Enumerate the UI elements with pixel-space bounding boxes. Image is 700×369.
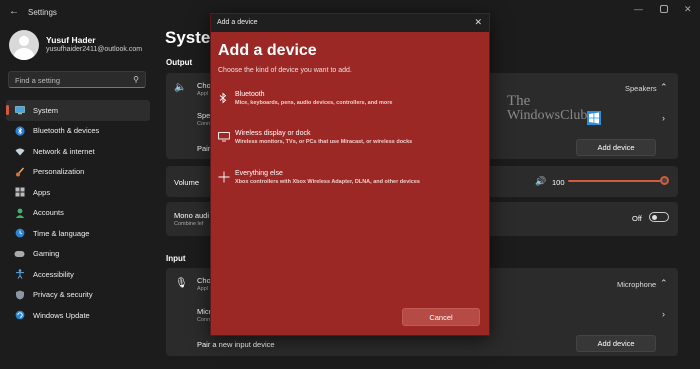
sidebar-item-network[interactable]: Network & internet	[6, 141, 150, 162]
sidebar-item-label: Apps	[33, 187, 51, 197]
wifi-icon	[14, 146, 25, 157]
sidebar-item-label: Network & internet	[33, 146, 95, 156]
user-name: Yusuf Hader	[46, 35, 96, 45]
minimize-icon[interactable]: —	[634, 4, 643, 14]
input-device-value[interactable]: Microphone	[617, 280, 656, 289]
option-title: Wireless display or dock	[235, 130, 311, 137]
output-choose-label: Cho	[197, 81, 211, 90]
sidebar-item-accessibility[interactable]: Accessibility	[6, 264, 150, 285]
add-device-dialog: Add a device ✕ Add a device Choose the k…	[210, 13, 490, 336]
mono-audio-state: Off	[632, 214, 642, 223]
sidebar-item-privacy[interactable]: Privacy & security	[6, 285, 150, 306]
sidebar-item-label: Privacy & security	[33, 290, 93, 300]
sidebar-item-accounts[interactable]: Accounts	[6, 203, 150, 224]
sidebar-item-personalization[interactable]: Personalization	[6, 162, 150, 183]
sidebar-item-time-language[interactable]: Time & language	[6, 223, 150, 244]
sidebar-item-bluetooth[interactable]: Bluetooth & devices	[6, 121, 150, 142]
chevron-up-icon[interactable]: ⌃	[660, 82, 668, 93]
avatar[interactable]	[9, 30, 39, 60]
search-icon[interactable]: ⚲	[133, 75, 139, 84]
input-choose-sub: Appl	[197, 286, 209, 292]
volume-label: Volume	[174, 178, 200, 187]
option-title: Everything else	[235, 170, 283, 177]
speaker-sub: Conn	[197, 121, 211, 127]
volume-slider-thumb[interactable]	[660, 176, 669, 185]
sidebar-item-label: Windows Update	[33, 310, 90, 320]
volume-value: 100	[552, 178, 565, 187]
dialog-heading: Add a device	[218, 42, 317, 59]
option-everything-else[interactable]: Everything else Xbox controllers with Xb…	[211, 170, 489, 194]
brush-icon	[14, 166, 25, 177]
sidebar-nav: System Bluetooth & devices Network & int…	[6, 100, 150, 326]
chevron-up-icon[interactable]: ⌃	[660, 278, 668, 289]
input-choose-label: Cho	[197, 276, 211, 285]
sidebar-item-gaming[interactable]: Gaming	[6, 244, 150, 265]
chevron-right-icon[interactable]: ›	[662, 113, 665, 123]
option-description: Wireless monitors, TVs, or PCs that use …	[235, 139, 413, 145]
pair-input-label: Pair a new input device	[197, 340, 275, 349]
search-input[interactable]: Find a setting ⚲	[8, 71, 146, 88]
mono-audio-toggle[interactable]	[649, 212, 669, 222]
sidebar-item-label: Personalization	[33, 167, 85, 177]
volume-slider-track[interactable]	[568, 180, 664, 182]
sidebar-item-label: Bluetooth & devices	[33, 126, 100, 136]
sidebar-item-label: Accessibility	[33, 269, 74, 279]
search-placeholder: Find a setting	[15, 76, 61, 85]
add-device-button[interactable]: Add device	[576, 139, 656, 156]
sidebar-item-system[interactable]: System	[6, 100, 150, 121]
bluetooth-icon	[14, 125, 25, 136]
chevron-right-icon[interactable]: ›	[662, 309, 665, 319]
speaker-icon: 🔈	[174, 82, 187, 93]
option-description: Mice, keyboards, pens, audio devices, co…	[235, 100, 393, 106]
plus-icon	[218, 171, 230, 183]
add-input-device-button[interactable]: Add device	[576, 335, 656, 352]
close-icon[interactable]: ✕	[474, 17, 482, 28]
section-heading-output: Output	[166, 58, 193, 67]
sidebar-item-label: Gaming	[33, 249, 60, 259]
windowsclub-logo-icon	[587, 111, 601, 125]
mono-audio-label: Mono audi	[174, 211, 210, 220]
bluetooth-icon	[218, 92, 230, 104]
microphone-icon: 🎙	[175, 278, 188, 289]
cancel-button[interactable]: Cancel	[402, 308, 480, 326]
mono-audio-sub: Combine lef	[174, 221, 204, 227]
update-icon	[14, 310, 25, 321]
user-email: yusufhaider2411@outlook.com	[46, 46, 143, 53]
sidebar-item-label: Accounts	[33, 208, 64, 218]
close-icon[interactable]: ✕	[684, 4, 692, 15]
output-choose-sub: Appl	[197, 91, 209, 97]
apps-icon	[14, 187, 25, 198]
watermark-text-line2: WindowsClub	[507, 108, 588, 123]
dialog-subtitle: Choose the kind of device you want to ad…	[218, 67, 352, 74]
back-arrow-icon[interactable]: ←	[9, 6, 19, 17]
app-title: Settings	[28, 8, 57, 17]
dialog-title-bar: Add a device ✕	[211, 14, 489, 32]
sidebar-item-windows-update[interactable]: Windows Update	[6, 305, 150, 326]
sidebar-item-apps[interactable]: Apps	[6, 182, 150, 203]
dialog-title: Add a device	[217, 19, 258, 26]
output-device-value[interactable]: Speakers	[625, 84, 657, 93]
shield-icon	[14, 289, 25, 300]
clock-globe-icon	[14, 228, 25, 239]
gamepad-icon	[14, 248, 25, 259]
volume-icon[interactable]: 🔊	[535, 176, 546, 187]
option-description: Xbox controllers with Xbox Wireless Adap…	[235, 179, 420, 185]
accessibility-icon	[14, 269, 25, 280]
monitor-icon	[218, 131, 230, 143]
option-wireless-display[interactable]: Wireless display or dock Wireless monito…	[211, 130, 489, 154]
section-heading-input: Input	[166, 254, 186, 263]
person-icon	[14, 207, 25, 218]
pair-output-label: Pair	[197, 144, 211, 153]
sidebar-item-label: System	[33, 105, 59, 115]
monitor-icon	[14, 105, 25, 116]
sidebar-item-label: Time & language	[33, 228, 90, 238]
restore-icon[interactable]	[660, 5, 668, 13]
mic-sub: Conn	[197, 317, 211, 323]
option-bluetooth[interactable]: Bluetooth Mice, keyboards, pens, audio d…	[211, 91, 489, 115]
option-title: Bluetooth	[235, 91, 265, 98]
